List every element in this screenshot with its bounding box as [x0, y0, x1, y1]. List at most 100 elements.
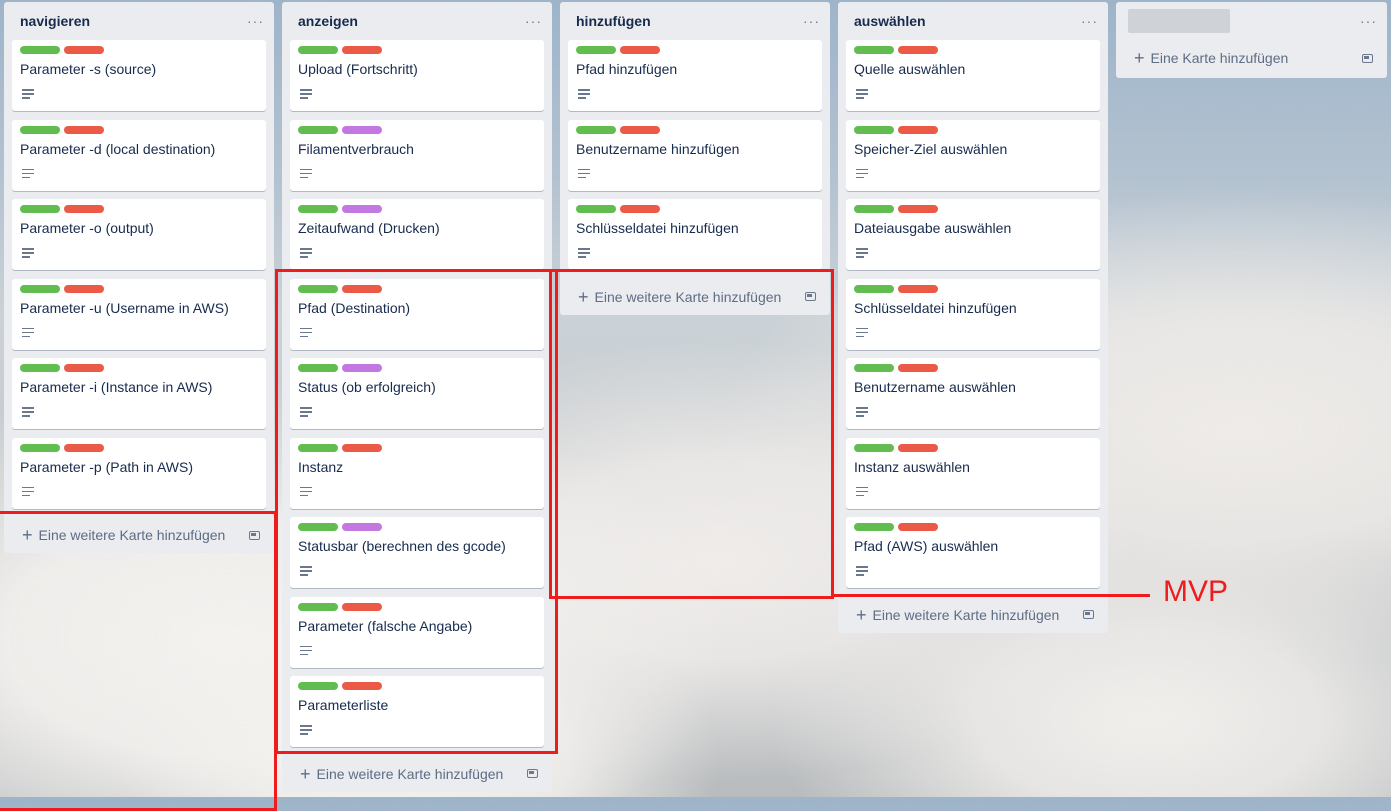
label-green[interactable] [576, 205, 616, 213]
card[interactable]: Parameter (falsche Angabe) [290, 596, 544, 668]
label-red[interactable] [898, 205, 938, 213]
card[interactable]: Pfad hinzufügen [568, 40, 822, 111]
label-green[interactable] [298, 443, 338, 452]
card[interactable]: Pfad (Destination) [290, 278, 544, 350]
label-green[interactable] [298, 284, 338, 293]
label-purple[interactable] [342, 205, 382, 213]
label-purple[interactable] [342, 125, 382, 134]
ellipsis-icon[interactable]: ··· [1081, 14, 1098, 28]
label-green[interactable] [298, 523, 338, 531]
card[interactable]: Upload (Fortschritt) [290, 40, 544, 111]
ellipsis-icon[interactable]: ··· [1360, 14, 1377, 28]
add-card-button[interactable]: + Eine weitere Karte hinzufügen [282, 756, 552, 792]
label-green[interactable] [20, 284, 60, 293]
label-green[interactable] [854, 523, 894, 531]
label-red[interactable] [342, 46, 382, 54]
label-red[interactable] [898, 364, 938, 372]
label-green[interactable] [20, 443, 60, 452]
card[interactable]: Dateiausgabe auswählen [846, 199, 1100, 270]
card[interactable]: Quelle auswählen [846, 40, 1100, 111]
card[interactable]: Schlüsseldatei hinzufügen [568, 199, 822, 270]
card-title: Upload (Fortschritt) [298, 61, 418, 77]
label-red[interactable] [898, 523, 938, 531]
add-card-button[interactable]: + Eine weitere Karte hinzufügen [4, 517, 274, 553]
ellipsis-icon[interactable]: ··· [803, 14, 820, 28]
description-icon [300, 89, 312, 99]
label-red[interactable] [620, 205, 660, 213]
label-red[interactable] [64, 46, 104, 54]
label-red[interactable] [64, 125, 104, 134]
label-purple[interactable] [342, 523, 382, 531]
add-card-button[interactable]: + Eine weitere Karte hinzufügen [838, 597, 1108, 633]
label-red[interactable] [342, 682, 382, 690]
list-title[interactable]: navigieren [20, 13, 90, 29]
label-green[interactable] [854, 205, 894, 213]
add-card-button[interactable]: + Eine Karte hinzufügen [1116, 40, 1387, 76]
label-red[interactable] [342, 284, 382, 293]
ellipsis-icon[interactable]: ··· [525, 14, 542, 28]
label-green[interactable] [298, 682, 338, 690]
label-green[interactable] [20, 364, 60, 372]
label-red[interactable] [342, 602, 382, 611]
label-green[interactable] [854, 443, 894, 452]
list-title[interactable]: hinzufügen [576, 13, 651, 29]
card[interactable]: Status (ob erfolgreich) [290, 358, 544, 429]
label-red[interactable] [898, 443, 938, 452]
ellipsis-icon[interactable]: ··· [247, 14, 264, 28]
label-purple[interactable] [342, 364, 382, 372]
card[interactable]: Benutzername auswählen [846, 358, 1100, 429]
label-green[interactable] [576, 125, 616, 134]
label-red[interactable] [64, 205, 104, 213]
card-template-icon[interactable] [805, 292, 816, 301]
label-red[interactable] [620, 46, 660, 54]
card[interactable]: Parameter -s (source) [12, 40, 266, 111]
label-red[interactable] [342, 443, 382, 452]
card[interactable]: Pfad (AWS) auswählen [846, 517, 1100, 588]
card[interactable]: Parameter -u (Username in AWS) [12, 278, 266, 350]
label-green[interactable] [20, 46, 60, 54]
label-green[interactable] [854, 125, 894, 134]
list-title[interactable]: auswählen [854, 13, 926, 29]
label-red[interactable] [898, 125, 938, 134]
card[interactable]: Zeitaufwand (Drucken) [290, 199, 544, 270]
card[interactable]: Parameter -i (Instance in AWS) [12, 358, 266, 429]
label-red[interactable] [898, 284, 938, 293]
label-green[interactable] [20, 125, 60, 134]
card-template-icon[interactable] [249, 530, 260, 540]
card[interactable]: Parameterliste [290, 676, 544, 747]
label-green[interactable] [298, 205, 338, 213]
card-template-icon[interactable] [527, 769, 538, 778]
label-green[interactable] [576, 46, 616, 54]
label-red[interactable] [64, 364, 104, 372]
card[interactable]: Speicher-Ziel auswählen [846, 119, 1100, 191]
label-green[interactable] [854, 46, 894, 54]
label-red[interactable] [64, 443, 104, 452]
add-card-button[interactable]: + Eine weitere Karte hinzufügen [560, 279, 830, 315]
label-green[interactable] [20, 205, 60, 213]
label-red[interactable] [620, 125, 660, 134]
card[interactable]: Parameter -d (local destination) [12, 119, 266, 191]
card[interactable]: Instanz [290, 437, 544, 509]
label-green[interactable] [298, 46, 338, 54]
card[interactable]: Parameter -o (output) [12, 199, 266, 270]
card-title: Benutzername hinzufügen [576, 140, 740, 157]
card-template-icon[interactable] [1362, 53, 1373, 63]
card[interactable]: Benutzername hinzufügen [568, 119, 822, 191]
label-green[interactable] [854, 284, 894, 293]
list-title-placeholder[interactable] [1128, 9, 1230, 33]
list-title[interactable]: anzeigen [298, 13, 358, 29]
label-green[interactable] [298, 602, 338, 611]
card-title: Parameterliste [298, 697, 389, 713]
label-green[interactable] [298, 125, 338, 134]
label-red[interactable] [64, 284, 104, 293]
card-list: Pfad hinzufügen Benutzername hinzufügen Sc… [560, 40, 830, 270]
card-template-icon[interactable] [1083, 610, 1094, 619]
card[interactable]: Statusbar (berechnen des gcode) [290, 517, 544, 588]
label-red[interactable] [898, 46, 938, 54]
card[interactable]: Filamentverbrauch [290, 119, 544, 191]
label-green[interactable] [854, 364, 894, 372]
card[interactable]: Instanz auswählen [846, 437, 1100, 509]
card[interactable]: Parameter -p (Path in AWS) [12, 437, 266, 509]
label-green[interactable] [298, 364, 338, 372]
card[interactable]: Schlüsseldatei hinzufügen [846, 278, 1100, 350]
